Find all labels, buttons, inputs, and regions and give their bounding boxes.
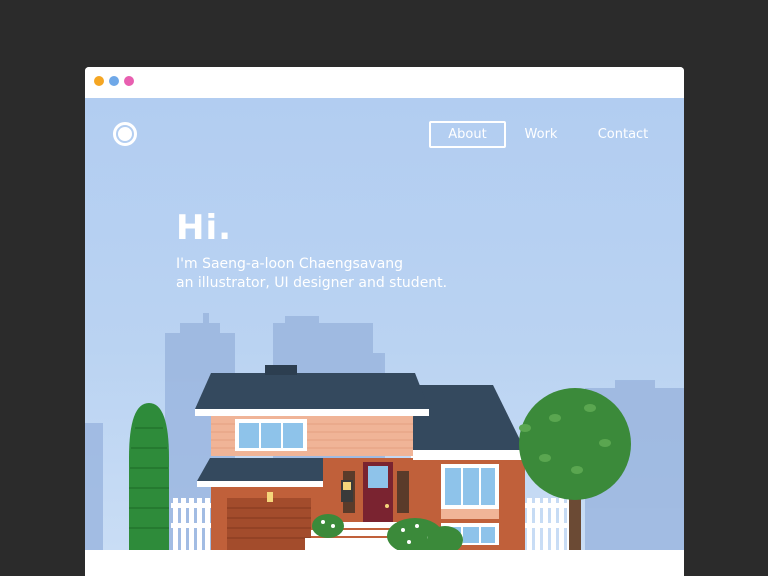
page-footer-area bbox=[85, 550, 684, 576]
hero-section: About Work Contact Hi. I'm Saeng-a-loon … bbox=[85, 98, 684, 550]
window-titlebar bbox=[85, 67, 684, 98]
window-minimize-dot[interactable] bbox=[109, 76, 119, 86]
hero-intro-line-2: an illustrator, UI designer and student. bbox=[176, 275, 448, 291]
fence-right bbox=[525, 498, 575, 550]
browser-window: About Work Contact Hi. I'm Saeng-a-loon … bbox=[85, 67, 684, 576]
nav-about[interactable]: About bbox=[429, 121, 506, 148]
cypress-tree bbox=[129, 403, 169, 550]
window-maximize-dot[interactable] bbox=[124, 76, 134, 86]
house-illustration bbox=[85, 313, 684, 550]
house-garage bbox=[197, 458, 339, 550]
hero-greeting: Hi. bbox=[176, 208, 233, 248]
nav-work[interactable]: Work bbox=[515, 121, 567, 148]
nav-contact[interactable]: Contact bbox=[589, 121, 657, 148]
site-logo[interactable] bbox=[113, 122, 137, 146]
hero-intro-line-1: I'm Saeng-a-loon Chaengsavang bbox=[176, 256, 404, 272]
window-close-dot[interactable] bbox=[94, 76, 104, 86]
house-upper-floor bbox=[195, 365, 429, 456]
hero-intro: I'm Saeng-a-loon Chaengsavang an illustr… bbox=[176, 255, 516, 293]
